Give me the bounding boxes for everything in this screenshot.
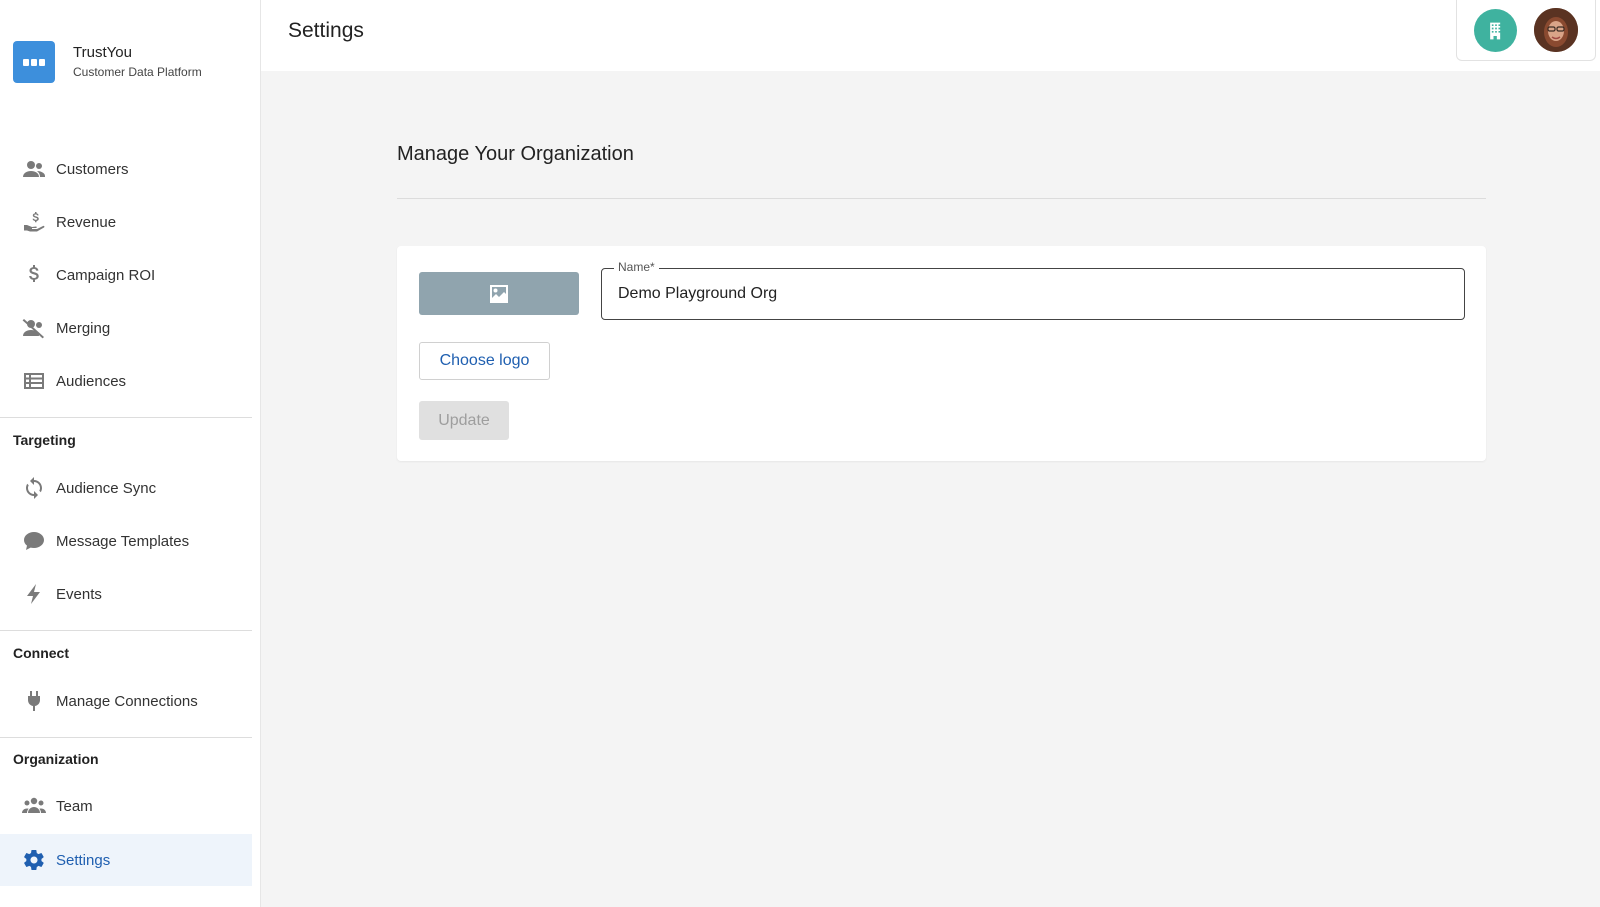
section-heading-connect: Connect <box>13 645 69 661</box>
brand[interactable]: TrustYou Customer Data Platform <box>13 41 202 83</box>
sidebar-item-label: Settings <box>56 851 111 869</box>
sidebar: TrustYou Customer Data Platform Customer… <box>0 0 261 907</box>
update-button[interactable]: Update <box>419 401 509 440</box>
people-icon <box>21 156 47 182</box>
sidebar-item-manage-connections[interactable]: Manage Connections <box>0 675 252 727</box>
organization-button[interactable] <box>1474 9 1517 52</box>
sidebar-item-label: Audience Sync <box>56 479 157 497</box>
hand-dollar-icon <box>21 209 47 235</box>
user-photo <box>1534 8 1578 52</box>
top-bar: Settings <box>261 0 1600 71</box>
sidebar-item-customers[interactable]: Customers <box>0 143 252 195</box>
bolt-icon <box>21 581 47 607</box>
organization-card: Name* Choose logo Update <box>397 246 1486 461</box>
sidebar-item-label: Message Templates <box>56 532 190 550</box>
name-field[interactable]: Name* <box>601 260 1465 320</box>
page-title: Settings <box>288 19 364 42</box>
sidebar-item-label: Events <box>56 585 102 603</box>
choose-logo-button[interactable]: Choose logo <box>419 342 550 380</box>
sidebar-item-revenue[interactable]: Revenue <box>0 196 252 248</box>
sidebar-item-label: Merging <box>56 319 111 337</box>
sidebar-item-label: Manage Connections <box>56 692 198 710</box>
sidebar-item-label: Customers <box>56 160 129 178</box>
brand-name: TrustYou <box>73 44 132 61</box>
chat-bubble-icon <box>13 41 55 83</box>
sidebar-item-label: Revenue <box>56 213 117 231</box>
dollar-icon <box>21 262 47 288</box>
group-icon <box>21 793 47 819</box>
sidebar-item-team[interactable]: Team <box>0 780 252 832</box>
divider <box>397 198 1486 199</box>
divider <box>0 417 252 418</box>
sync-icon <box>21 475 47 501</box>
section-title: Manage Your Organization <box>397 143 634 165</box>
building-icon <box>1489 22 1500 39</box>
plug-icon <box>21 688 47 714</box>
sidebar-item-audiences[interactable]: Audiences <box>0 355 252 407</box>
sidebar-item-message-templates[interactable]: Message Templates <box>0 515 252 567</box>
sidebar-item-label: Team <box>56 797 93 815</box>
gear-icon <box>21 847 47 873</box>
sidebar-item-label: Campaign ROI <box>56 266 156 284</box>
divider <box>0 630 252 631</box>
name-input[interactable] <box>602 269 1464 319</box>
sidebar-item-events[interactable]: Events <box>0 568 252 620</box>
list-icon <box>21 368 47 394</box>
divider <box>0 737 252 738</box>
people-off-icon <box>21 315 47 341</box>
brand-subtitle: Customer Data Platform <box>73 65 202 79</box>
sidebar-item-audience-sync[interactable]: Audience Sync <box>0 462 252 514</box>
image-icon <box>490 284 508 303</box>
avatar[interactable] <box>1534 8 1578 52</box>
section-heading-targeting: Targeting <box>13 432 76 448</box>
section-heading-organization: Organization <box>13 751 99 767</box>
logo-preview <box>419 272 579 315</box>
sidebar-item-label: Audiences <box>56 372 127 390</box>
sidebar-item-merging[interactable]: Merging <box>0 302 252 354</box>
chat-icon <box>21 528 47 554</box>
sidebar-item-settings[interactable]: Settings <box>0 834 252 886</box>
sidebar-item-campaign-roi[interactable]: Campaign ROI <box>0 249 252 301</box>
top-actions <box>1456 0 1596 61</box>
